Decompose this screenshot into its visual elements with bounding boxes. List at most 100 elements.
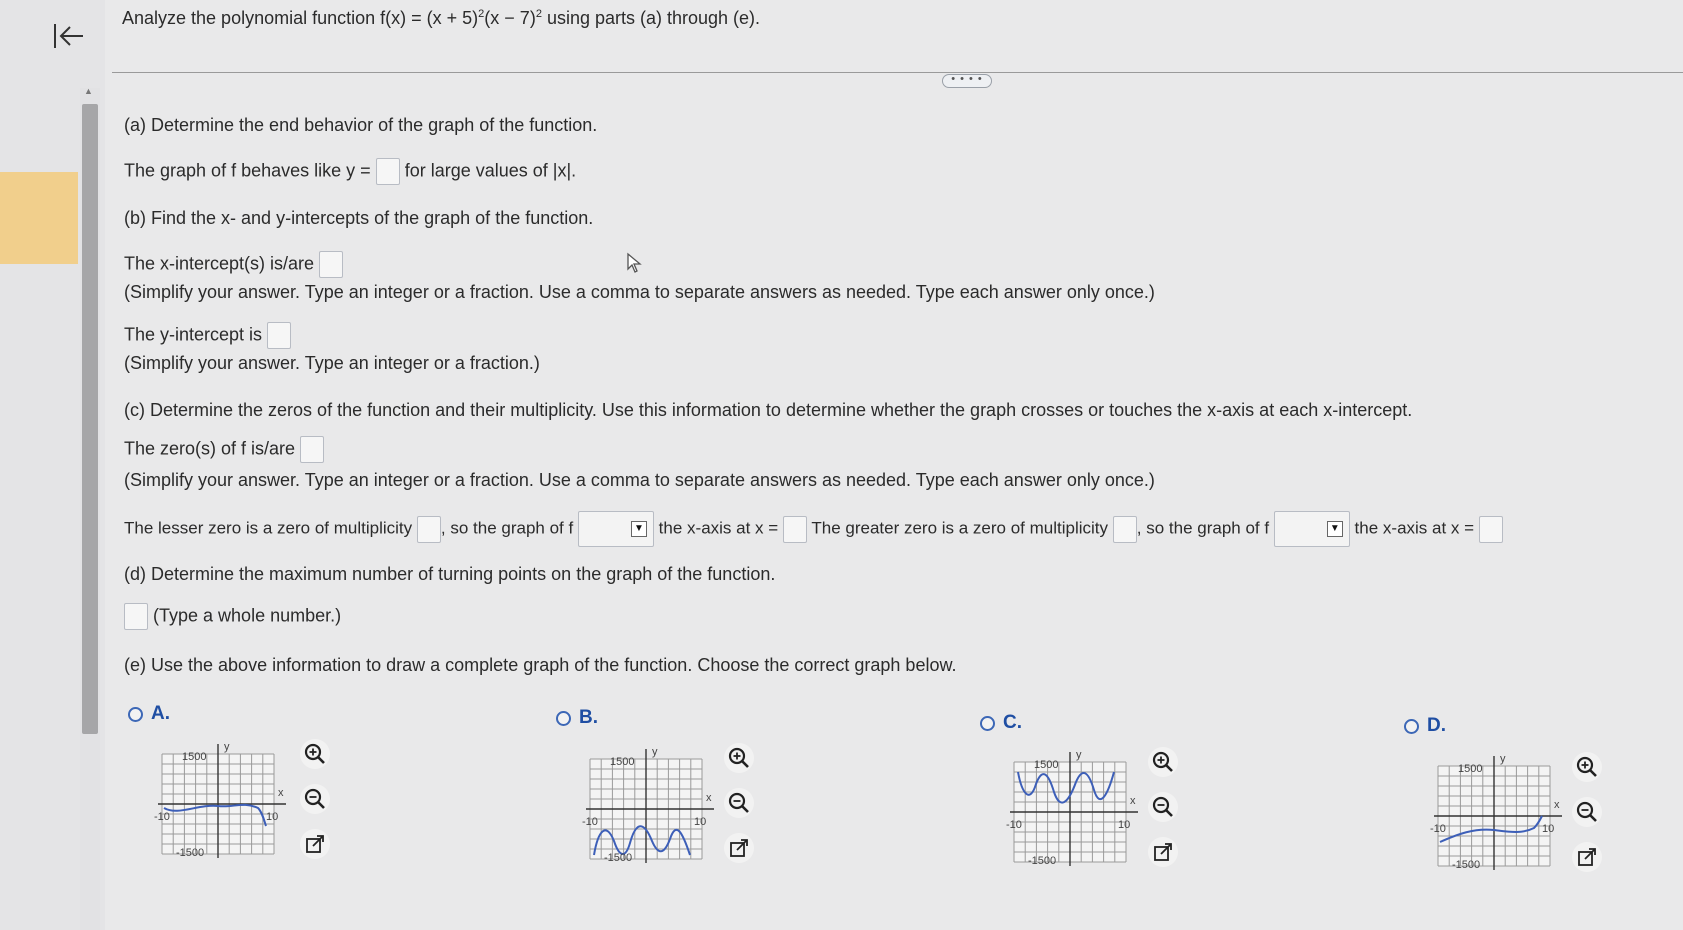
scrollbar-thumb[interactable] <box>82 104 98 734</box>
expand-more-button[interactable]: • • • • <box>942 74 992 88</box>
arrow-left-bar-icon <box>54 24 83 48</box>
y-intercept-hint: (Simplify your answer. Type an integer o… <box>124 353 540 373</box>
y-top-label: 1500 <box>610 756 634 768</box>
x-left-label: -10 <box>582 816 598 828</box>
external-link-icon <box>306 835 324 853</box>
option-b[interactable]: B. <box>556 707 598 729</box>
y-axis-label: y <box>652 746 658 758</box>
graph-option-c[interactable]: 1500 -1500 -10 10 x y <box>1000 744 1150 879</box>
x-left-label: -10 <box>1430 823 1446 835</box>
option-d[interactable]: D. <box>1404 715 1446 737</box>
x-axis-label: x <box>1554 799 1560 811</box>
zoom-in-button[interactable] <box>724 743 754 773</box>
zoom-in-button[interactable] <box>300 739 330 769</box>
y-top-label: 1500 <box>1458 763 1482 775</box>
greater-zero-x-input[interactable] <box>1478 515 1503 543</box>
zoom-in-icon <box>304 743 325 764</box>
turning-points-line: (Type a whole number.) <box>124 603 341 630</box>
x-intercept-input[interactable] <box>319 251 344 278</box>
lesser-zero-x-input[interactable] <box>782 515 807 543</box>
option-a[interactable]: A. <box>128 703 170 725</box>
divider <box>112 72 1683 73</box>
radio-button[interactable] <box>980 716 995 732</box>
radio-button[interactable] <box>1404 719 1419 735</box>
radio-button[interactable] <box>128 707 143 723</box>
open-new-window-button[interactable] <box>300 829 330 859</box>
open-new-window-button[interactable] <box>724 833 754 863</box>
y-intercept-input[interactable] <box>267 322 292 349</box>
graph-svg: 1500 -1500 -10 10x y <box>582 746 714 864</box>
external-link-icon <box>730 839 748 857</box>
graph-svg: 1500 -1500 -10 10x y <box>154 741 286 859</box>
turning-points-input[interactable] <box>124 603 148 630</box>
x-left-label: -10 <box>154 811 170 823</box>
greater-multiplicity-input[interactable] <box>1112 515 1137 543</box>
x-right-label: 10 <box>1118 819 1130 831</box>
external-link-icon <box>1154 843 1172 861</box>
x-intercept-hint: (Simplify your answer. Type an integer o… <box>124 282 1155 302</box>
graph-svg: 1500 -1500 -10 10x y <box>1430 753 1562 871</box>
y-intercept-line: The y-intercept is <box>124 322 292 349</box>
zoom-out-button[interactable] <box>300 784 330 814</box>
graph-option-d[interactable]: 1500 -1500 -10 10 x y <box>1424 748 1574 883</box>
x-right-label: 10 <box>1542 823 1554 835</box>
zoom-in-icon <box>728 747 749 768</box>
y-axis-label: y <box>1076 749 1082 761</box>
x-axis-label: x <box>1130 795 1136 807</box>
collapse-panel-button[interactable] <box>48 18 88 54</box>
x-intercept-line: The x-intercept(s) is/are <box>124 251 344 278</box>
y-top-label: 1500 <box>182 751 206 763</box>
x-right-label: 10 <box>266 811 278 823</box>
part-a-answer-line: The graph of f behaves like y = for larg… <box>124 158 576 185</box>
y-bottom-label: -1500 <box>604 852 632 864</box>
part-c-heading: (c) Determine the zeros of the function … <box>124 400 1413 420</box>
open-new-window-button[interactable] <box>1572 842 1602 872</box>
y-bottom-label: -1500 <box>1028 855 1056 867</box>
current-question-marker <box>0 172 78 264</box>
zeros-line: The zero(s) of f is/are <box>124 436 325 463</box>
lesser-behavior-dropdown[interactable]: ▼ <box>577 511 654 547</box>
x-left-label: -10 <box>1006 819 1022 831</box>
y-top-label: 1500 <box>1034 759 1058 771</box>
part-a-heading: (a) Determine the end behavior of the gr… <box>124 115 598 135</box>
y-axis-label: y <box>224 741 230 753</box>
radio-button[interactable] <box>556 711 571 727</box>
mouse-cursor-icon <box>626 252 644 279</box>
graph-option-b[interactable]: 1500 -1500 -10 10 x y <box>576 741 726 876</box>
part-e-heading: (e) Use the above information to draw a … <box>124 655 957 675</box>
zoom-out-icon <box>1152 796 1173 817</box>
zoom-in-icon <box>1576 756 1597 777</box>
part-b-heading: (b) Find the x- and y-intercepts of the … <box>124 208 594 228</box>
zoom-out-button[interactable] <box>1572 797 1602 827</box>
x-right-label: 10 <box>694 816 706 828</box>
zoom-out-icon <box>728 792 749 813</box>
graph-option-a[interactable]: 1500 -1500 -10 10 x y <box>148 736 298 871</box>
y-bottom-label: -1500 <box>176 847 204 859</box>
greater-behavior-dropdown[interactable]: ▼ <box>1273 511 1350 547</box>
x-axis-label: x <box>278 787 284 799</box>
dropdown-arrow-icon: ▼ <box>630 521 647 537</box>
x-axis-label: x <box>706 792 712 804</box>
y-bottom-label: -1500 <box>1452 859 1480 871</box>
open-new-window-button[interactable] <box>1148 837 1178 867</box>
zoom-out-button[interactable] <box>1148 792 1178 822</box>
zeros-input[interactable] <box>300 436 325 463</box>
multiplicity-line: The lesser zero is a zero of multiplicit… <box>124 511 1503 547</box>
external-link-icon <box>1578 848 1596 866</box>
zeros-hint: (Simplify your answer. Type an integer o… <box>124 470 1155 490</box>
zoom-in-button[interactable] <box>1572 752 1602 782</box>
option-c[interactable]: C. <box>980 712 1022 734</box>
end-behavior-input[interactable] <box>375 158 400 185</box>
y-axis-label: y <box>1500 753 1506 765</box>
zoom-out-button[interactable] <box>724 788 754 818</box>
question-title: Analyze the polynomial function f(x) = (… <box>122 8 761 28</box>
zoom-out-icon <box>1576 801 1597 822</box>
scroll-up-icon[interactable]: ▲ <box>84 86 94 96</box>
zoom-in-button[interactable] <box>1148 747 1178 777</box>
zoom-out-icon <box>304 788 325 809</box>
dropdown-arrow-icon: ▼ <box>1326 521 1343 537</box>
zoom-in-icon <box>1152 751 1173 772</box>
graph-svg: 1500 -1500 -10 10x y <box>1006 749 1138 867</box>
lesser-multiplicity-input[interactable] <box>416 515 441 543</box>
part-d-heading: (d) Determine the maximum number of turn… <box>124 564 776 584</box>
